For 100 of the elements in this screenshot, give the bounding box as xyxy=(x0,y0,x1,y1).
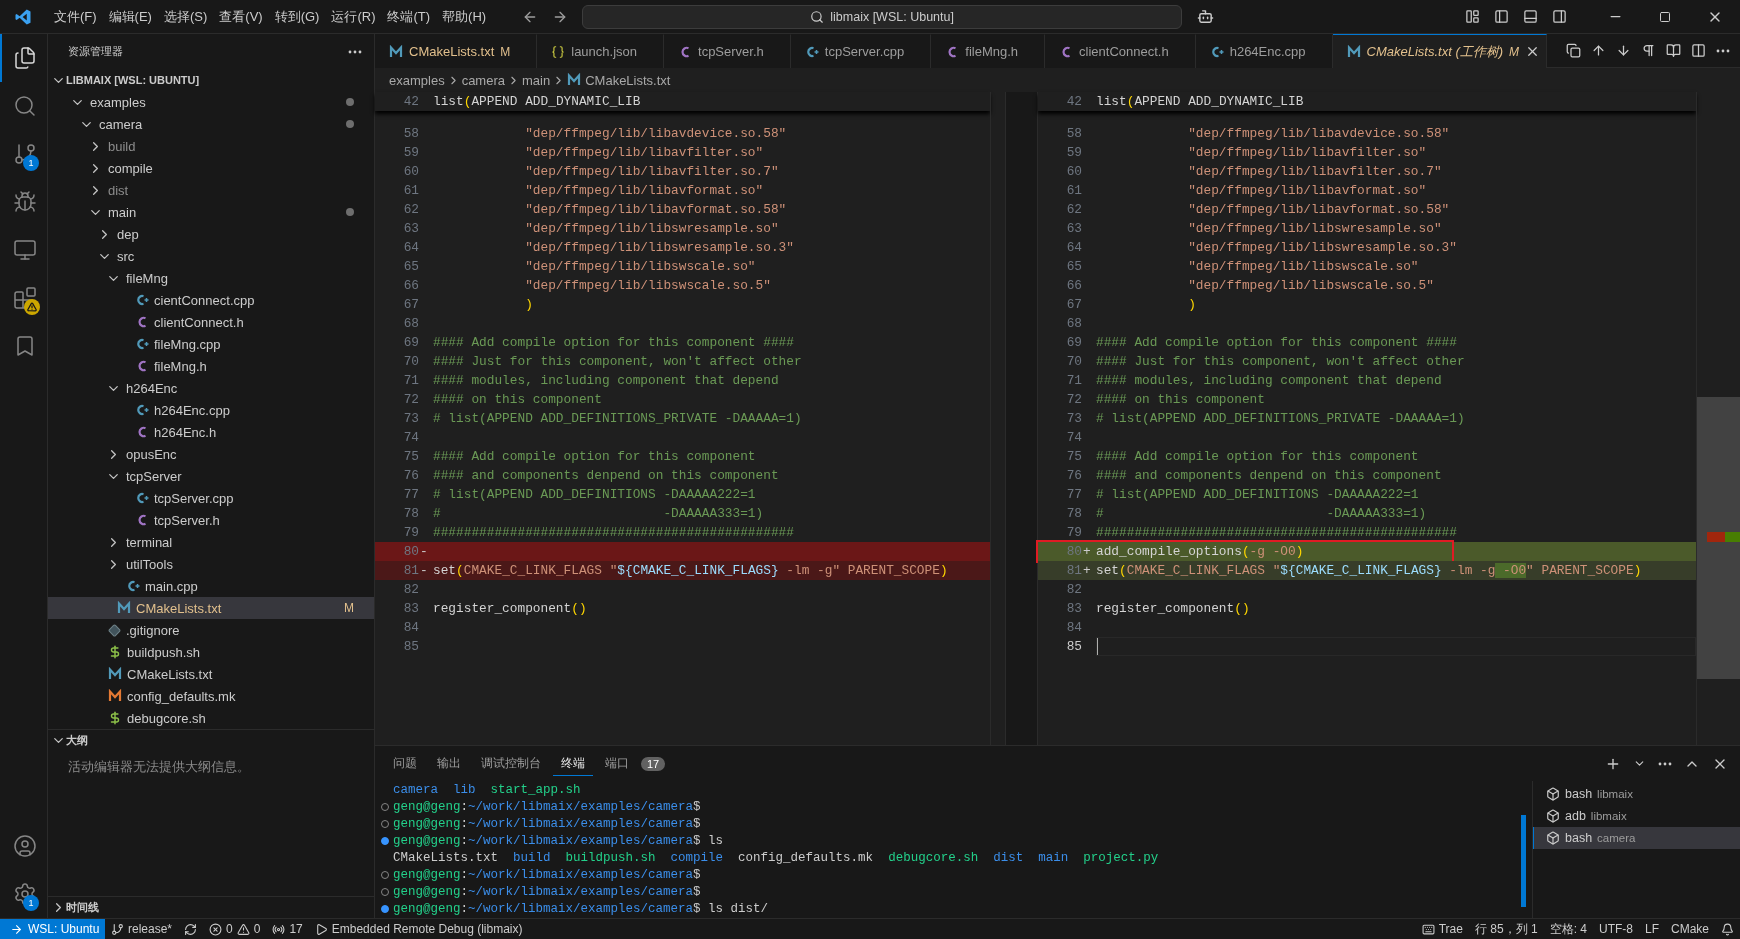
layout-icon[interactable] xyxy=(1465,9,1480,24)
more-icon[interactable] xyxy=(348,49,362,54)
line-number: 68 xyxy=(1065,316,1082,331)
folder-item[interactable]: fileMng xyxy=(48,267,374,289)
menu-item[interactable]: 运行(R) xyxy=(325,3,382,30)
menu-item[interactable]: 查看(V) xyxy=(213,3,269,30)
folder-item[interactable]: build xyxy=(48,135,374,157)
terminal-session[interactable]: adb libmaix xyxy=(1533,805,1740,827)
file-item[interactable]: clientConnect.h xyxy=(48,311,374,333)
line-number: 80 xyxy=(402,544,419,559)
folder-item[interactable]: terminal xyxy=(48,531,374,553)
folder-item[interactable]: opusEnc xyxy=(48,443,374,465)
file-item[interactable]: tcpServer.cpp xyxy=(48,487,374,509)
folder-item[interactable]: tcpServer xyxy=(48,465,374,487)
cursor-position[interactable]: 行 85，列 1 xyxy=(1468,920,1544,938)
eol-status[interactable]: LF xyxy=(1638,922,1665,936)
editor-tab[interactable]: tcpServer.h xyxy=(664,34,791,68)
file-item[interactable]: main.cpp xyxy=(48,575,374,597)
editor-tab[interactable]: h264Enc.cpp xyxy=(1195,34,1333,68)
menu-item[interactable]: 编辑(E) xyxy=(102,3,158,30)
file-item[interactable]: buildpush.sh xyxy=(48,641,374,663)
code-line: # list(APPEND ADD_DEFINITIONS_PRIVATE -DAAAAA=1) xyxy=(1096,411,1465,426)
breadcrumb-item[interactable]: main xyxy=(522,72,551,88)
secondary-sidebar-icon[interactable] xyxy=(1552,9,1567,24)
breadcrumb-item[interactable]: camera xyxy=(461,72,505,88)
file-item[interactable]: cientConnect.cpp xyxy=(48,289,374,311)
more-icon[interactable] xyxy=(1658,761,1672,766)
scrollbar-thumb[interactable] xyxy=(1521,815,1526,907)
maximize-icon[interactable] xyxy=(1659,10,1671,23)
file-item[interactable]: h264Enc.h xyxy=(48,421,374,443)
folder-item[interactable]: main xyxy=(48,201,374,223)
folder-item[interactable]: compile xyxy=(48,157,374,179)
file-item[interactable]: debugcore.sh xyxy=(48,707,374,729)
ports-status[interactable]: 17 xyxy=(266,922,309,936)
panel-tab[interactable]: 端口 xyxy=(597,751,637,776)
folder-item[interactable]: utilTools xyxy=(48,553,374,575)
editor-tab[interactable]: fileMng.h xyxy=(931,34,1046,68)
folder-item[interactable]: src xyxy=(48,245,374,267)
menu-item[interactable]: 选择(S) xyxy=(157,3,214,30)
file-item[interactable]: CMakeLists.txt xyxy=(48,663,374,685)
indentation-status[interactable]: 空格: 4 xyxy=(1543,920,1593,938)
count-badge: 17 xyxy=(641,756,666,771)
file-item[interactable]: h264Enc.cpp xyxy=(48,399,374,421)
menu-item[interactable]: 帮助(H) xyxy=(436,3,493,30)
more-icon[interactable] xyxy=(1716,48,1730,53)
command-center[interactable]: libmaix [WSL: Ubuntu] xyxy=(582,4,1183,29)
panel-tab[interactable]: 输出 xyxy=(429,751,469,776)
editor-tab[interactable]: launch.json xyxy=(537,34,665,68)
panel-toggle-icon[interactable] xyxy=(1523,9,1538,24)
code-line: ############################################### xyxy=(433,525,794,540)
panel-tab[interactable]: 调试控制台 xyxy=(473,751,549,776)
count-badge: 1 xyxy=(23,155,39,171)
panel-tab[interactable]: 终端 xyxy=(553,751,593,776)
line-number: 60 xyxy=(402,164,419,179)
file-item[interactable]: fileMng.h xyxy=(48,355,374,377)
menu-item[interactable]: 文件(F) xyxy=(48,3,103,30)
file-item[interactable]: CMakeLists.txt M xyxy=(48,597,374,619)
file-item[interactable]: config_defaults.mk xyxy=(48,685,374,707)
sidebar-toggle-icon[interactable] xyxy=(1494,9,1509,24)
editor-tab[interactable]: CMakeLists.txt (工作树) M xyxy=(1332,34,1548,68)
section-header[interactable]: 大纲 xyxy=(48,729,374,751)
folder-item[interactable]: h264Enc xyxy=(48,377,374,399)
file-item[interactable]: .gitignore xyxy=(48,619,374,641)
line-number: 72 xyxy=(1065,392,1082,407)
file-item[interactable]: fileMng.cpp xyxy=(48,333,374,355)
remote-indicator[interactable]: WSL: Ubuntu xyxy=(0,918,105,939)
terminal-line: geng@geng:~/work/libmaix/examples/camera$ xyxy=(393,884,701,899)
git-status-label: M xyxy=(1509,44,1520,59)
line-number: 77 xyxy=(402,487,419,502)
activity-button[interactable]: 1 xyxy=(0,870,47,918)
problems-status[interactable]: 0 0 xyxy=(203,922,267,936)
folder-item[interactable]: dep xyxy=(48,223,374,245)
section-header[interactable]: LIBMAIX [WSL: UBUNTU] xyxy=(48,69,374,91)
editor-tab[interactable]: CMakeLists.txt M xyxy=(375,34,538,68)
folder-item[interactable]: dist xyxy=(48,179,374,201)
branch-status[interactable]: release* xyxy=(105,922,179,936)
diff-marker: - xyxy=(420,563,428,578)
editor-tab[interactable]: clientConnect.h xyxy=(1045,34,1196,68)
line-number: 77 xyxy=(1065,487,1082,502)
menu-item[interactable]: 转到(G) xyxy=(268,3,326,30)
terminal-session[interactable]: bash camera xyxy=(1533,827,1740,849)
panel-tab[interactable]: 问题 xyxy=(385,751,425,776)
terminal-session[interactable]: bash libmaix xyxy=(1533,783,1740,805)
line-number: 67 xyxy=(402,297,419,312)
breadcrumb-item[interactable]: CMakeLists.txt xyxy=(567,72,671,88)
code-line: "dep/ffmpeg/lib/libavformat.so.58" xyxy=(524,202,787,217)
breadcrumb-item[interactable]: examples xyxy=(389,72,445,88)
folder-item[interactable]: camera xyxy=(48,113,374,135)
activity-button[interactable]: 1 xyxy=(0,130,47,178)
debug-status[interactable]: Embedded Remote Debug (libmaix) xyxy=(308,922,529,936)
line-number: 75 xyxy=(1065,449,1082,464)
folder-item[interactable]: examples xyxy=(48,91,374,113)
bot-icon[interactable] xyxy=(1197,8,1215,25)
ai-status[interactable]: Trae xyxy=(1415,922,1469,936)
file-item[interactable]: tcpServer.h xyxy=(48,509,374,531)
menu-item[interactable]: 终端(T) xyxy=(381,3,437,30)
code-line: # list(APPEND ADD_DEFINITIONS -DAAAAA222=1 xyxy=(1096,487,1419,502)
language-status[interactable]: CMake xyxy=(1665,922,1715,936)
encoding-status[interactable]: UTF-8 xyxy=(1592,922,1639,936)
editor-tab[interactable]: tcpServer.cpp xyxy=(790,34,932,68)
